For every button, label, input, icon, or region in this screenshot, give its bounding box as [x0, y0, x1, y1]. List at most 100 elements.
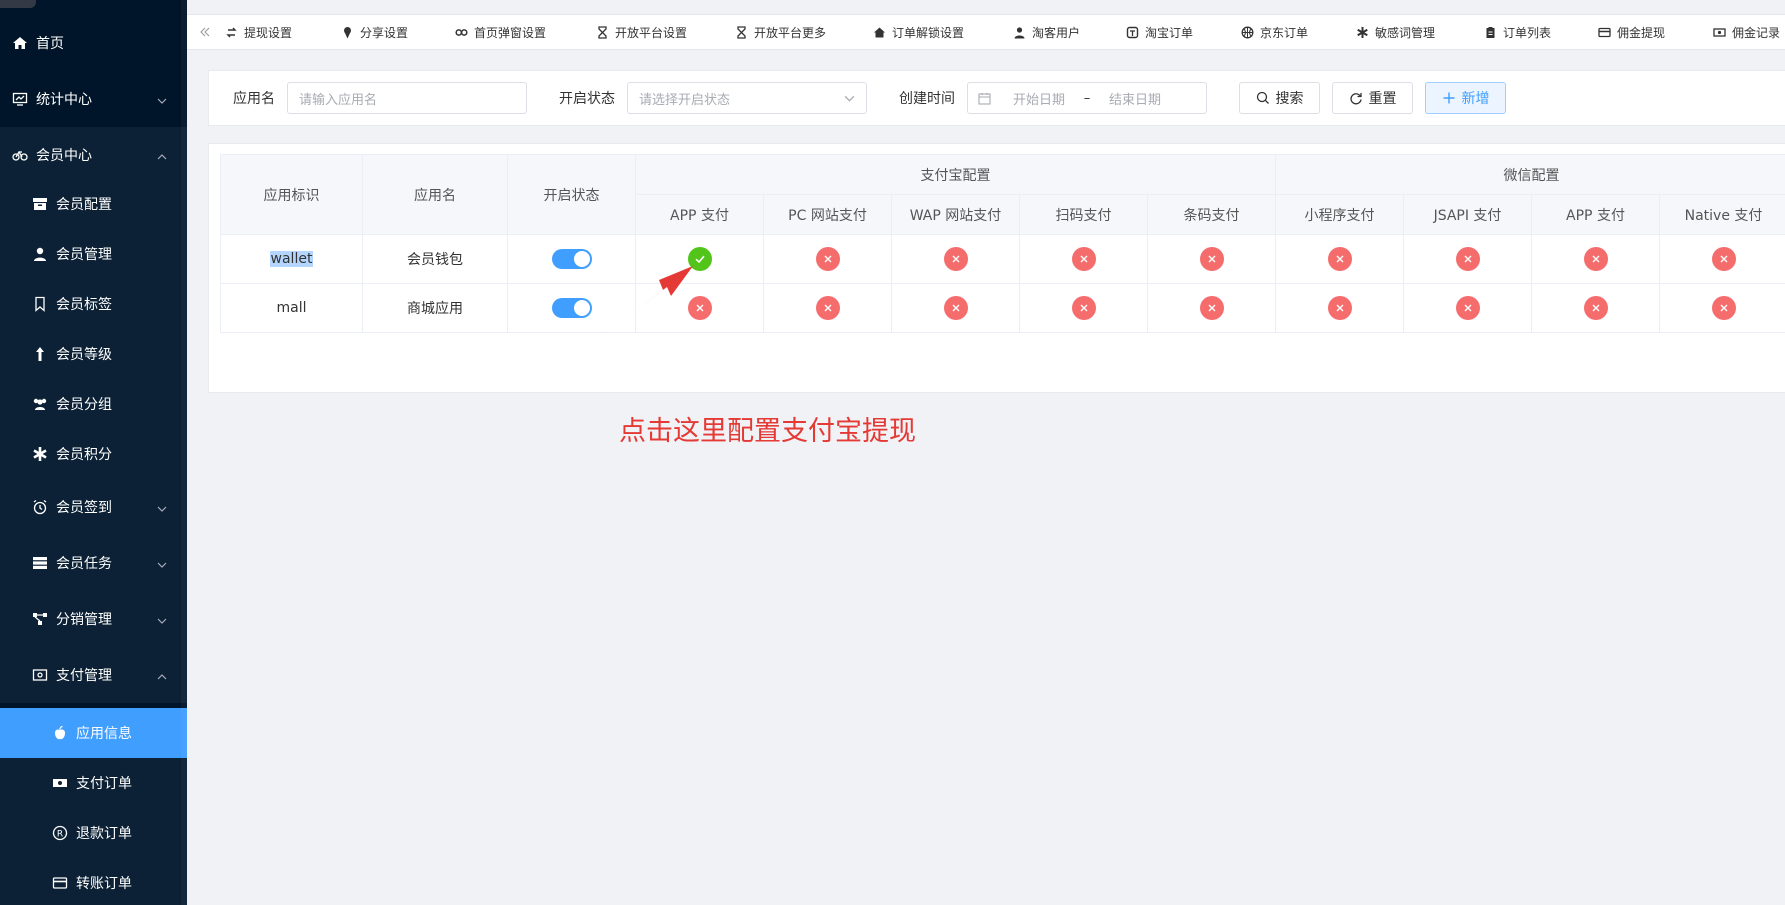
cell-alipay-2	[891, 234, 1020, 284]
reset-button[interactable]: 重置	[1332, 82, 1413, 114]
cell-alipay-0	[635, 283, 764, 333]
close-circle-icon[interactable]	[943, 247, 968, 271]
tab-open-platform-settings[interactable]: 开放平台设置	[596, 15, 735, 49]
close-circle-icon[interactable]	[815, 247, 840, 271]
sidebar-item-label: 支付管理	[56, 668, 112, 684]
close-circle-icon[interactable]	[1583, 296, 1608, 320]
status-toggle[interactable]	[551, 298, 592, 318]
tab-withdraw-settings[interactable]: 提现设置	[225, 15, 341, 49]
status-select-placeholder: 请选择开启状态	[639, 92, 731, 108]
sidebar-scrollbar[interactable]	[181, 0, 187, 905]
col-header-wechat-app: APP 支付	[1531, 194, 1660, 235]
basketball-icon	[1241, 26, 1254, 39]
annotation-arrow	[508, 266, 693, 403]
tab-commission-withdraw[interactable]: 佣金提现	[1598, 15, 1713, 49]
tab-label: 开放平台更多	[754, 25, 827, 40]
search-form: 应用名 请输入应用名 开启状态 请选择开启状态 创建时间 开始日期 – 结束日期…	[208, 70, 1785, 126]
cell-wechat-0	[1275, 234, 1404, 284]
sidebar-item-member-manage[interactable]: 会员管理	[0, 229, 187, 279]
asterisk-icon	[1356, 26, 1369, 39]
close-circle-icon[interactable]	[1199, 296, 1224, 320]
sidebar-item-payment[interactable]: 支付管理	[0, 647, 187, 703]
cell-wechat-1	[1403, 234, 1532, 284]
chevron-down-icon	[157, 94, 167, 104]
tab-label: 首页弹窗设置	[474, 25, 547, 40]
sidebar-item-member-tags[interactable]: 会员标签	[0, 279, 187, 329]
close-circle-icon[interactable]	[1583, 247, 1608, 271]
app-name-input[interactable]: 请输入应用名	[287, 82, 527, 114]
close-circle-icon[interactable]	[1455, 247, 1480, 271]
tab-taobao-orders[interactable]: 淘宝订单	[1126, 15, 1241, 49]
sidebar-item-transfer-orders[interactable]: 转账订单	[0, 858, 187, 905]
reset-button-label: 重置	[1368, 91, 1397, 107]
status-toggle[interactable]	[551, 249, 592, 269]
sidebar-item-stats[interactable]: 统计中心	[0, 71, 187, 127]
tab-order-unlock-settings[interactable]: 订单解锁设置	[873, 15, 1013, 49]
col-header-status: 开启状态	[507, 154, 636, 235]
close-circle-icon[interactable]	[1711, 296, 1736, 320]
double-chevron-left-icon[interactable]	[187, 15, 223, 49]
sidebar-item-member-points[interactable]: 会员积分	[0, 429, 187, 479]
end-date-input[interactable]: 结束日期	[1099, 89, 1171, 108]
tab-label: 敏感词管理	[1375, 25, 1436, 40]
tab-home-popup-settings[interactable]: 首页弹窗设置	[455, 15, 596, 49]
sidebar-item-home[interactable]: 首页	[0, 15, 187, 71]
close-circle-icon[interactable]	[1199, 247, 1224, 271]
check-circle-icon[interactable]	[687, 247, 712, 271]
close-circle-icon[interactable]	[1071, 247, 1096, 271]
sidebar-item-app-info[interactable]: 应用信息	[0, 708, 187, 758]
sidebar-item-member-level[interactable]: 会员等级	[0, 329, 187, 379]
sidebar-item-pay-orders[interactable]: 支付订单	[0, 758, 187, 808]
tab-label: 佣金记录	[1732, 25, 1781, 40]
sidebar-item-refund-orders[interactable]: R 退款订单	[0, 808, 187, 858]
tab-jd-orders[interactable]: 京东订单	[1241, 15, 1356, 49]
calendar-icon	[978, 92, 991, 105]
close-circle-icon[interactable]	[1455, 296, 1480, 320]
close-circle-icon[interactable]	[1071, 296, 1096, 320]
tab-open-platform-more[interactable]: 开放平台更多	[735, 15, 873, 49]
cell-alipay-4	[1147, 234, 1276, 284]
cell-alipay-0	[635, 234, 764, 284]
users-icon	[32, 396, 48, 412]
sidebar-item-member-config[interactable]: 会员配置	[0, 179, 187, 229]
col-header-alipay-bar: 条码支付	[1147, 194, 1276, 235]
cell-wechat-3	[1659, 283, 1785, 333]
sidebar-item-distribution[interactable]: 分销管理	[0, 591, 187, 647]
close-circle-icon[interactable]	[815, 296, 840, 320]
date-range-picker[interactable]: 开始日期 – 结束日期	[967, 82, 1207, 114]
search-icon	[1256, 91, 1269, 104]
sidebar-item-member-center[interactable]: 会员中心	[0, 127, 187, 183]
clipboard-icon	[1484, 26, 1497, 39]
sidebar-item-member-group[interactable]: 会员分组	[0, 379, 187, 429]
sidebar-item-label: 应用信息	[76, 726, 132, 742]
cell-wechat-0	[1275, 283, 1404, 333]
app-id-text: mall	[276, 300, 307, 316]
sidebar-item-label: 首页	[36, 36, 64, 52]
search-button[interactable]: 搜索	[1239, 82, 1320, 114]
sidebar-item-member-checkin[interactable]: 会员签到	[0, 479, 187, 535]
tab-taoke-users[interactable]: 淘客用户	[1013, 15, 1126, 49]
table-row: mall 商城应用	[220, 283, 1785, 333]
close-circle-icon[interactable]	[943, 296, 968, 320]
tab-label: 订单列表	[1503, 25, 1552, 40]
tab-label: 淘宝订单	[1145, 25, 1194, 40]
sidebar-item-label: 会员分组	[56, 397, 112, 413]
close-circle-icon[interactable]	[687, 296, 712, 320]
status-select[interactable]: 请选择开启状态	[627, 82, 867, 114]
tab-order-list[interactable]: 订单列表	[1484, 15, 1598, 49]
col-header-app-name: 应用名	[362, 154, 508, 235]
tab-share-settings[interactable]: 分享设置	[341, 15, 455, 49]
close-circle-icon[interactable]	[1327, 296, 1352, 320]
tab-sensitive-words[interactable]: 敏感词管理	[1356, 15, 1484, 49]
add-button[interactable]: 新增	[1425, 82, 1506, 114]
close-circle-icon[interactable]	[1711, 247, 1736, 271]
asterisk-icon	[32, 446, 48, 462]
tab-commission-records[interactable]: 佣金记录	[1713, 15, 1785, 49]
sidebar-item-label: 退款订单	[76, 826, 132, 842]
cell-alipay-4	[1147, 283, 1276, 333]
sidebar-item-member-tasks[interactable]: 会员任务	[0, 535, 187, 591]
app-table: 应用标识 应用名 开启状态 支付宝配置 微信配置 APP 支付 PC 网站支付 …	[220, 154, 1785, 333]
close-circle-icon[interactable]	[1327, 247, 1352, 271]
cell-wechat-2	[1531, 283, 1660, 333]
start-date-input[interactable]: 开始日期	[1003, 89, 1075, 108]
